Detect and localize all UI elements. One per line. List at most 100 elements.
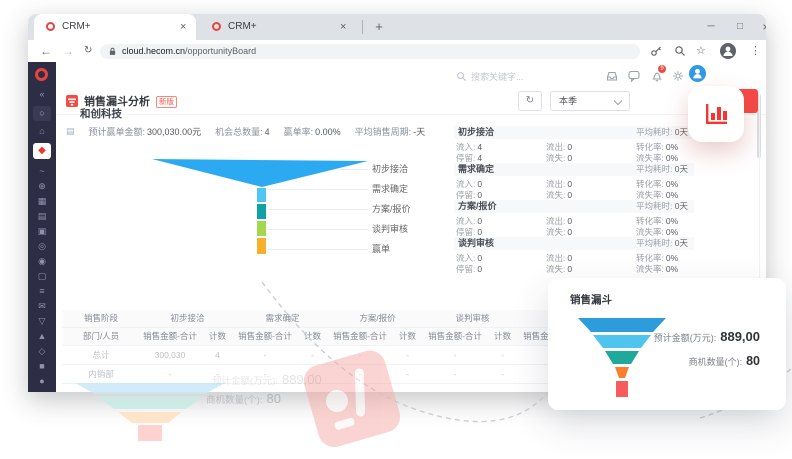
stat-label: 转化率: bbox=[636, 142, 664, 152]
key-icon[interactable] bbox=[650, 45, 662, 57]
funnel-stage-shape bbox=[257, 204, 266, 219]
product-icon[interactable]: ◇ bbox=[28, 345, 56, 358]
collapse-icon[interactable]: « bbox=[28, 88, 56, 101]
window-maximize-icon[interactable]: □ bbox=[729, 14, 751, 40]
total-row-label: 总计 bbox=[62, 346, 140, 364]
user-avatar[interactable] bbox=[689, 65, 706, 82]
stat-label: 流失: bbox=[546, 190, 565, 200]
stat-value: 0 bbox=[567, 179, 572, 189]
inbox-icon[interactable] bbox=[606, 70, 618, 82]
document-icon[interactable]: ▣ bbox=[28, 225, 56, 238]
card-funnel-segment bbox=[616, 381, 628, 397]
title-badge: 新版 bbox=[156, 96, 177, 108]
dashboard-icon[interactable]: ▦ bbox=[28, 195, 56, 208]
home-icon[interactable]: ⌂ bbox=[28, 125, 56, 138]
funnel-stage-label: 初步接洽 bbox=[372, 164, 408, 174]
stat-conv: 转化率:0% bbox=[636, 216, 678, 226]
card-title: 销售漏斗 bbox=[570, 292, 612, 307]
table-cell: - bbox=[295, 346, 330, 364]
stat-label: 流入: bbox=[456, 179, 475, 189]
stat-label: 转化率: bbox=[636, 216, 664, 226]
settings-icon[interactable]: ◎ bbox=[28, 240, 56, 253]
tab-close-icon[interactable]: × bbox=[180, 14, 186, 40]
browser-tab-active[interactable]: CRM+ × bbox=[34, 14, 196, 40]
stat-stay: 停留:0 bbox=[456, 227, 482, 237]
avg-duration: 平均耗时: 0天 bbox=[636, 163, 688, 176]
avg-value: 0天 bbox=[675, 201, 688, 211]
target-icon[interactable]: ◉ bbox=[28, 255, 56, 268]
reload-icon[interactable]: ↻ bbox=[84, 40, 92, 62]
menu-icon[interactable]: ≡ bbox=[28, 285, 56, 298]
profile-avatar[interactable] bbox=[720, 43, 736, 59]
table-cell: 初步接洽 bbox=[140, 310, 235, 327]
window-minimize-icon[interactable]: ─ bbox=[700, 14, 722, 40]
stat-label: 流入: bbox=[456, 216, 475, 226]
card-count-label: 商机数量(个): bbox=[689, 357, 743, 367]
stat-outflow: 流出:0 bbox=[546, 216, 572, 226]
stat-inflow: 流入:0 bbox=[456, 253, 482, 263]
stat-conv: 转化率:0% bbox=[636, 142, 678, 152]
window-close-icon[interactable]: × bbox=[755, 14, 766, 40]
search-icon[interactable]: ○ bbox=[33, 106, 51, 121]
stat-value: 4 bbox=[477, 142, 482, 152]
sales-funnel-card: 销售漏斗 预计金额(万元):889,00 商机数量(个):80 bbox=[548, 278, 786, 410]
stat-label: 停留: bbox=[456, 264, 475, 274]
stat-loss_rate: 流失率:0% bbox=[636, 190, 678, 200]
refresh-button[interactable]: ↻ bbox=[518, 91, 542, 111]
ghost-count-text: 商机数量(个):80 bbox=[206, 390, 281, 408]
stat-loss_rate: 流失率:0% bbox=[636, 153, 678, 163]
summary-icon: ▤ bbox=[66, 126, 75, 137]
stat-label: 流失率: bbox=[636, 227, 664, 237]
search-zoom-icon[interactable] bbox=[674, 45, 686, 57]
stat-label: 转化率: bbox=[636, 179, 664, 189]
app-sidebar: « ○ ⌂ ◆ ~ ⊕ ▦ ▤ ▣ ◎ ◉ ▢ ≡ ✉ ▽ ▲ ◇ ■ ● bbox=[28, 62, 56, 392]
stat-inflow: 流入:0 bbox=[456, 216, 482, 226]
table-cell: - bbox=[390, 346, 425, 364]
stat-loss_rate: 流失率:0% bbox=[636, 227, 678, 237]
trend-icon[interactable]: ~ bbox=[28, 165, 56, 178]
back-icon[interactable]: ← bbox=[40, 40, 52, 62]
period-select[interactable]: 本季 bbox=[550, 91, 630, 111]
url-field[interactable]: cloud.hecom.cn/opportunityBoard bbox=[100, 44, 640, 59]
stat-label: 流失率: bbox=[636, 153, 664, 163]
chart-icon-card bbox=[688, 86, 744, 142]
user-icon[interactable]: ● bbox=[28, 375, 56, 388]
ghost-amount-value: 889,00 bbox=[282, 372, 322, 387]
stat-conv: 转化率:0% bbox=[636, 253, 678, 263]
page-title: 销售漏斗分析 bbox=[84, 93, 150, 109]
stat-value: 0% bbox=[666, 179, 678, 189]
browser-menu-icon[interactable]: ⋮ bbox=[750, 40, 761, 62]
mail-icon[interactable]: ✉ bbox=[28, 300, 56, 313]
leader-line bbox=[268, 249, 368, 250]
search-input[interactable]: 搜索关键字... bbox=[471, 70, 524, 83]
report-icon[interactable]: ▤ bbox=[28, 210, 56, 223]
summary-label: 预计赢单金额: bbox=[89, 127, 146, 137]
bookmark-star-icon[interactable]: ☆ bbox=[696, 40, 706, 62]
ghost-count-label: 商机数量(个): bbox=[206, 395, 262, 406]
gear-icon[interactable] bbox=[672, 70, 684, 82]
tab-close-icon[interactable]: × bbox=[340, 14, 346, 40]
summary-item: 机会总数量:4 bbox=[215, 125, 270, 138]
chart-icon[interactable]: ▲ bbox=[28, 330, 56, 343]
table-value-link[interactable]: 300,030 bbox=[140, 346, 200, 364]
apps-icon[interactable]: ▢ bbox=[28, 270, 56, 283]
forward-icon[interactable]: → bbox=[62, 40, 74, 62]
summary-value: 300,030.00元 bbox=[147, 127, 201, 137]
stat-label: 流失率: bbox=[636, 264, 664, 274]
lock-icon bbox=[108, 47, 117, 56]
table-value-link[interactable]: 4 bbox=[200, 346, 235, 364]
filter-icon[interactable]: ▽ bbox=[28, 315, 56, 328]
stat-value: 0 bbox=[567, 253, 572, 263]
funnel-analysis-icon[interactable]: ◆ bbox=[33, 143, 51, 159]
new-tab-button[interactable]: + bbox=[370, 14, 388, 40]
avg-duration: 平均耗时: 0天 bbox=[636, 200, 688, 213]
add-icon[interactable]: ⊕ bbox=[28, 180, 56, 193]
notification-badge: 9 bbox=[658, 65, 666, 73]
message-icon[interactable] bbox=[628, 70, 640, 82]
stat-value: 0 bbox=[567, 227, 572, 237]
dept-link[interactable]: 内销部 bbox=[62, 365, 140, 383]
stat-value: 0 bbox=[477, 179, 482, 189]
funnel-stage-label: 方案/报价 bbox=[372, 204, 411, 214]
storage-icon[interactable]: ■ bbox=[28, 360, 56, 373]
browser-tab-2[interactable]: CRM+ × bbox=[200, 14, 358, 40]
